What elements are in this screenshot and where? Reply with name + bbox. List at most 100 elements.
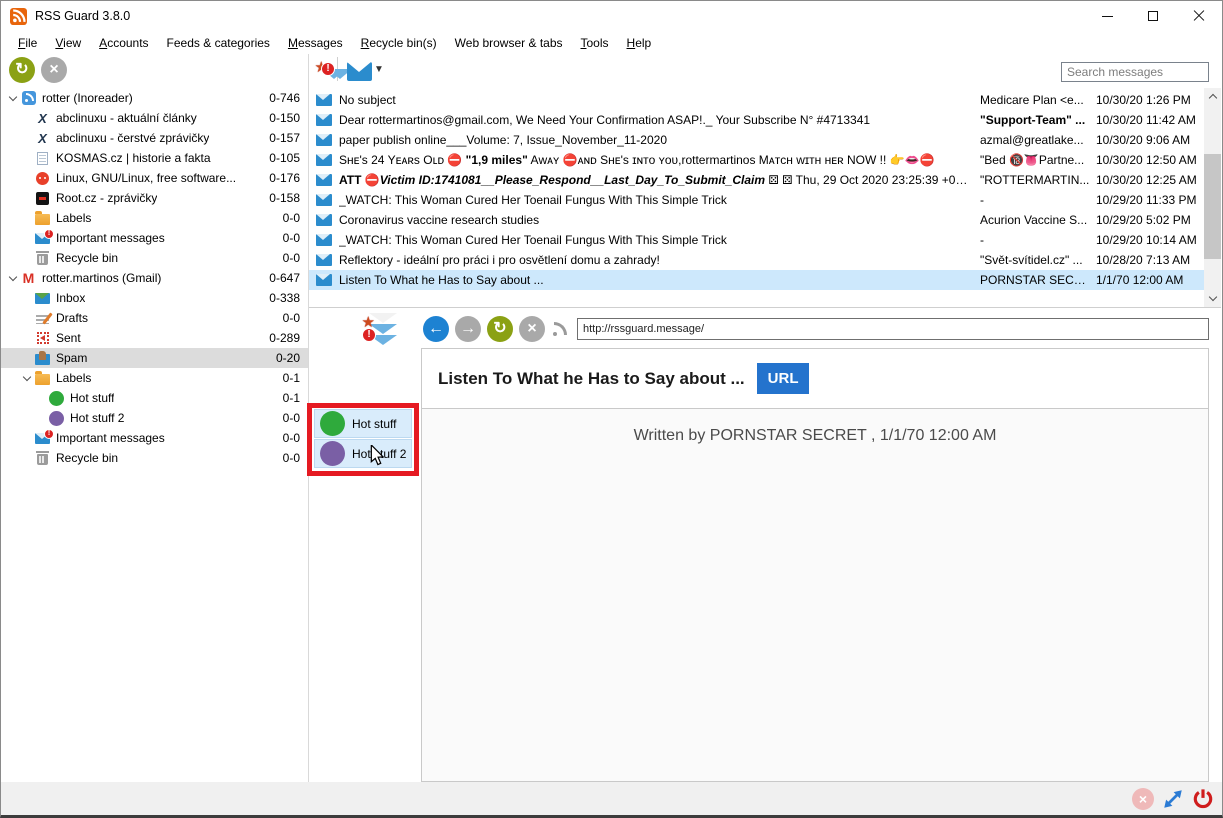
message-row[interactable]: Coronavirus vaccine research studiesAcur… — [309, 210, 1204, 230]
feed-item-abclinuxu-erstv-zpr-vi-ky[interactable]: Xabclinuxu - čerstvé zprávičky0-157 — [1, 128, 308, 148]
feed-item-recycle-bin[interactable]: Recycle bin0-0 — [1, 448, 308, 468]
message-preview-pane: ★! Hot stuff Hot stuff 2 ← → ↻ × Listen … — [309, 308, 1221, 782]
message-subject: ATT ⛔Victim ID:1741081__Please_Respond__… — [339, 173, 980, 187]
message-row[interactable]: Sʜᴇ's 24 Yᴇᴀʀs Oʟᴅ ⛔ "1,9 miles" Aᴡᴀʏ ⛔ᴀ… — [309, 150, 1204, 170]
menu-file[interactable]: File — [9, 33, 46, 53]
mark-read-dropdown-button[interactable]: ▼ — [347, 58, 384, 81]
stop-load-button[interactable]: × — [519, 316, 545, 342]
chevron-down-icon[interactable] — [8, 272, 16, 280]
menu-recycle-bin-s[interactable]: Recycle bin(s) — [352, 33, 446, 53]
back-button[interactable]: ← — [423, 316, 449, 342]
menu-web-browser-tabs[interactable]: Web browser & tabs — [446, 33, 572, 53]
feed-item-root-cz-zpr-vi-ky[interactable]: Root.cz - zprávičky0-158 — [1, 188, 308, 208]
feed-item-linux-gnu-linux-free-software[interactable]: Linux, GNU/Linux, free software...0-176 — [1, 168, 308, 188]
fullscreen-icon[interactable] — [1163, 789, 1183, 809]
feed-count: 0-157 — [269, 131, 308, 145]
title-bar: RSS Guard 3.8.0 — [1, 1, 1222, 31]
rootcz-icon — [34, 190, 51, 206]
feed-item-kosmas-cz-historie-a-fakta[interactable]: KOSMAS.cz | historie a fakta0-105 — [1, 148, 308, 168]
scrollbar-thumb[interactable] — [1204, 154, 1221, 259]
fish-icon: X — [34, 110, 51, 126]
message-subject: No subject — [339, 93, 980, 107]
menu-messages[interactable]: Messages — [279, 33, 352, 53]
message-author: "Support-Team" ... — [980, 113, 1092, 127]
message-subject: _WATCH: This Woman Cured Her Toenail Fun… — [339, 233, 980, 247]
search-input[interactable] — [1061, 62, 1209, 82]
feed-label: Inbox — [56, 291, 85, 305]
unread-envelope-icon — [309, 234, 339, 246]
feed-label: Recycle bin — [56, 451, 118, 465]
message-rows: No subjectMedicare Plan <e...10/30/20 1:… — [309, 90, 1204, 290]
gmail-icon: M — [20, 270, 37, 286]
message-subject: Coronavirus vaccine research studies — [339, 213, 980, 227]
message-date: 10/28/20 7:13 AM — [1092, 253, 1204, 267]
feed-label: Labels — [56, 371, 91, 385]
feed-item-labels[interactable]: Labels 0-1 — [1, 368, 308, 388]
label-toggle-hot-stuff[interactable]: Hot stuff — [314, 409, 412, 438]
message-row[interactable]: ATT ⛔Victim ID:1741081__Please_Respond__… — [309, 170, 1204, 190]
feed-item-abclinuxu-aktu-ln-l-nky[interactable]: Xabclinuxu - aktuální články0-150 — [1, 108, 308, 128]
feed-count: 0-647 — [269, 271, 308, 285]
message-row[interactable]: _WATCH: This Woman Cured Her Toenail Fun… — [309, 230, 1204, 250]
maximize-button[interactable] — [1130, 1, 1176, 31]
message-row[interactable]: Dear rottermartinos@gmail.com, We Need Y… — [309, 110, 1204, 130]
stop-update-button[interactable]: × — [41, 57, 67, 83]
unread-envelope-icon — [309, 274, 339, 286]
unread-envelope-icon — [309, 114, 339, 126]
power-quit-icon[interactable] — [1192, 788, 1214, 810]
update-feeds-button[interactable]: ↻ — [9, 57, 35, 83]
url-button[interactable]: URL — [757, 363, 810, 394]
unread-envelope-icon — [309, 214, 339, 226]
message-row[interactable]: No subjectMedicare Plan <e...10/30/20 1:… — [309, 90, 1204, 110]
forward-button[interactable]: → — [455, 316, 481, 342]
menu-view[interactable]: View — [46, 33, 90, 53]
feed-count: 0-0 — [283, 411, 308, 425]
feed-item-important-messages[interactable]: !Important messages0-0 — [1, 228, 308, 248]
feed-item-labels[interactable]: Labels0-0 — [1, 208, 308, 228]
reload-button[interactable]: ↻ — [487, 316, 513, 342]
label-toggle-hot-stuff-2[interactable]: Hot stuff 2 — [314, 439, 412, 468]
feed-item-inbox[interactable]: Inbox 0-338 — [1, 288, 308, 308]
scroll-up-arrow[interactable] — [1204, 88, 1221, 105]
scroll-down-arrow[interactable] — [1204, 290, 1221, 307]
feed-item-drafts[interactable]: Drafts0-0 — [1, 308, 308, 328]
url-field[interactable] — [577, 318, 1209, 340]
menu-feeds-categories[interactable]: Feeds & categories — [158, 33, 279, 53]
menu-accounts[interactable]: Accounts — [90, 33, 157, 53]
message-author: Acurion Vaccine S... — [980, 213, 1092, 227]
feed-label: rotter.martinos (Gmail) — [42, 271, 161, 285]
feed-count: 0-0 — [283, 231, 308, 245]
feed-count: 0-20 — [276, 351, 308, 365]
feed-item-rotter-inoreader[interactable]: rotter (Inoreader)0-746 — [1, 88, 308, 108]
feed-tree: rotter (Inoreader)0-746Xabclinuxu - aktu… — [1, 88, 308, 782]
chevron-slot — [19, 377, 34, 380]
chevron-down-icon[interactable] — [8, 92, 16, 100]
minimize-button[interactable] — [1084, 1, 1130, 31]
menu-help[interactable]: Help — [618, 33, 661, 53]
message-subject: _WATCH: This Woman Cured Her Toenail Fun… — [339, 193, 980, 207]
message-row[interactable]: Reflektory - ideální pro práci i pro osv… — [309, 250, 1204, 270]
close-button[interactable] — [1176, 1, 1222, 31]
chevron-down-icon[interactable] — [22, 372, 30, 380]
feed-item-hot-stuff-2[interactable]: Hot stuff 20-0 — [1, 408, 308, 428]
message-row[interactable]: Listen To What he Has to Say about ...PO… — [309, 270, 1204, 290]
unread-envelope-icon — [309, 194, 339, 206]
feed-count: 0-1 — [283, 371, 308, 385]
menu-tools[interactable]: Tools — [572, 33, 618, 53]
feed-item-important-messages[interactable]: !Important messages0-0 — [1, 428, 308, 448]
status-bar: × — [1, 782, 1222, 815]
message-author: - — [980, 233, 1092, 247]
feed-count: 0-0 — [283, 311, 308, 325]
feed-item-spam[interactable]: Spam0-20 — [1, 348, 308, 368]
feed-item-sent[interactable]: Sent0-289 — [1, 328, 308, 348]
message-author: "Bed 🔞👅Partne... — [980, 153, 1092, 167]
feed-item-hot-stuff[interactable]: Hot stuff0-1 — [1, 388, 308, 408]
message-list-scrollbar[interactable] — [1204, 88, 1221, 307]
feed-item-recycle-bin[interactable]: Recycle bin0-0 — [1, 248, 308, 268]
message-row[interactable]: _WATCH: This Woman Cured Her Toenail Fun… — [309, 190, 1204, 210]
feed-count: 0-338 — [269, 291, 308, 305]
message-row[interactable]: paper publish online___Volume: 7, Issue_… — [309, 130, 1204, 150]
feed-label: Hot stuff — [70, 391, 114, 405]
feed-item-rotter-martinos-gmail[interactable]: Mrotter.martinos (Gmail) 0-647 — [1, 268, 308, 288]
reddit-icon — [34, 170, 51, 186]
